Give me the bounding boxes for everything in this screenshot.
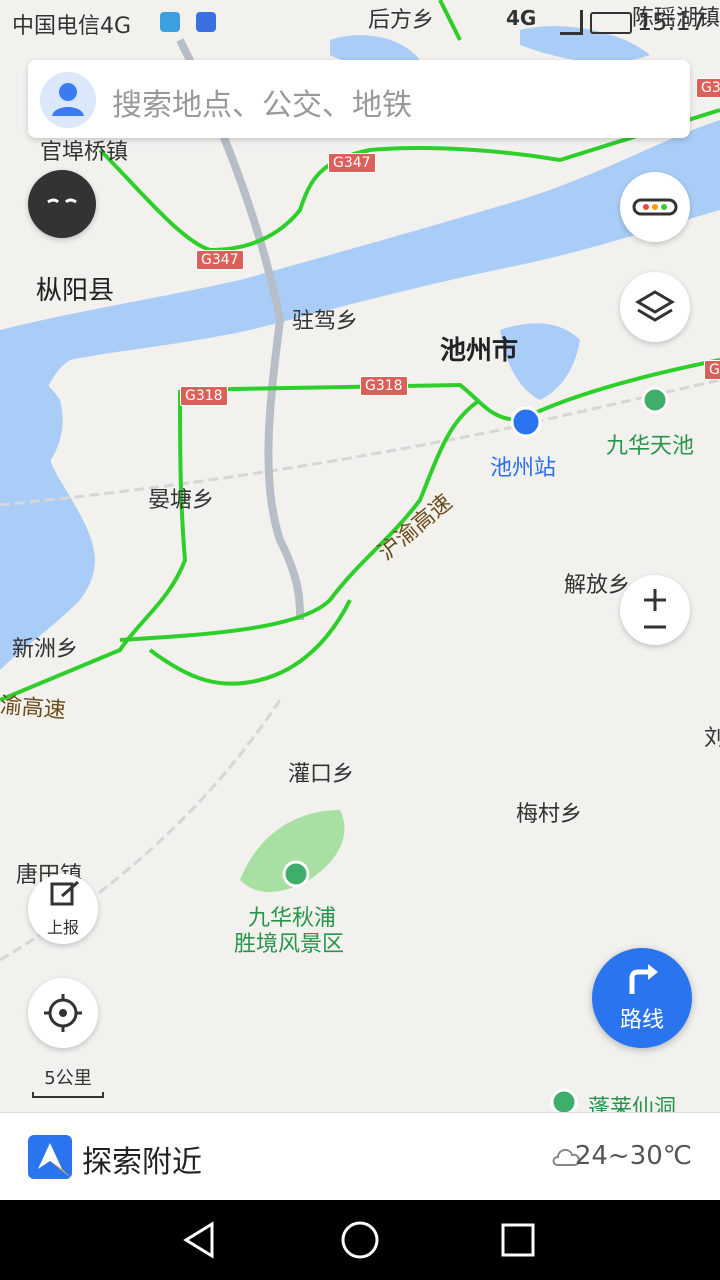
recents-icon[interactable] xyxy=(500,1222,536,1258)
shield-g347-left: G347 xyxy=(196,250,244,270)
shield-g347-top: G347 xyxy=(328,153,376,173)
user-avatar-icon[interactable] xyxy=(40,72,96,128)
layers-icon xyxy=(635,290,675,322)
network-type: 4G xyxy=(506,6,537,30)
map-label-guanxu: 官埠桥镇 xyxy=(40,140,129,165)
map-label-yantang: 晏塘乡 xyxy=(148,488,215,513)
system-navigation-bar xyxy=(0,1200,720,1280)
back-icon[interactable] xyxy=(180,1218,220,1262)
jiuhua-tianchi-marker[interactable] xyxy=(641,386,669,414)
shield-g3-top: G3 xyxy=(696,78,720,98)
layers-button[interactable] xyxy=(620,272,690,342)
map-label-chizhou[interactable]: 池州市 xyxy=(440,330,518,367)
shield-g318-mid: G318 xyxy=(360,376,408,396)
clock: 15:17 xyxy=(636,8,706,36)
edit-icon xyxy=(50,880,79,906)
zoom-control[interactable] xyxy=(620,575,690,645)
penglai-marker[interactable] xyxy=(550,1088,578,1116)
traffic-button[interactable] xyxy=(620,172,690,242)
locate-button[interactable] xyxy=(28,978,98,1048)
explore-nearby-bar[interactable]: 探索附近 24~30℃ xyxy=(0,1112,720,1201)
map-label-jiuhua-qiupu-2[interactable]: 胜境风景区 xyxy=(234,926,344,958)
status-bar: 中国电信4G 4G 15:17 xyxy=(0,0,720,48)
search-bar[interactable]: 搜索地点、公交、地铁 xyxy=(28,60,690,138)
scale-label: 5公里 xyxy=(44,1068,92,1089)
map-label-liu: 刘 xyxy=(704,726,720,751)
traffic-light-icon xyxy=(632,198,678,216)
road-label-hu-yu-2: 渝高速 xyxy=(0,693,67,724)
carrier-label: 中国电信4G xyxy=(12,14,132,39)
health-icon xyxy=(196,12,216,32)
map-label-chizhou-station[interactable]: 池州站 xyxy=(490,450,556,482)
battery-icon xyxy=(590,12,632,34)
map-label-xinzhou: 新洲乡 xyxy=(12,637,79,662)
shield-g318-left: G318 xyxy=(180,386,228,406)
weather-temperature: 24~30℃ xyxy=(574,1141,692,1171)
explore-app-icon xyxy=(28,1135,72,1179)
map-label-zhujia: 驻驾乡 xyxy=(292,309,359,334)
jiuhua-qiupu-marker[interactable] xyxy=(282,860,310,888)
map-label-jiuhua-tianchi[interactable]: 九华天池 xyxy=(606,428,694,460)
map-label-guankou: 灌口乡 xyxy=(288,762,355,787)
map-label-zongyang[interactable]: 枞阳县 xyxy=(36,270,114,307)
zoom-in-icon[interactable] xyxy=(644,589,666,611)
crosshair-icon xyxy=(44,994,82,1032)
turn-right-icon xyxy=(629,964,658,994)
report-button[interactable]: 上报 xyxy=(28,874,98,944)
report-label: 上报 xyxy=(46,918,79,937)
route-label: 路线 xyxy=(619,1008,664,1033)
search-placeholder[interactable]: 搜索地点、公交、地铁 xyxy=(112,80,412,124)
shield-g3-right: G3 xyxy=(704,360,720,380)
map-scale: 5公里 xyxy=(32,1064,104,1098)
location-icon xyxy=(160,12,180,32)
chizhou-station-marker[interactable] xyxy=(510,406,542,438)
profile-face-button[interactable] xyxy=(28,170,96,238)
map-label-meicun: 梅村乡 xyxy=(516,802,583,827)
scale-bar xyxy=(32,1092,104,1098)
face-icon xyxy=(47,198,77,204)
route-button[interactable]: 路线 xyxy=(592,948,692,1048)
explore-nearby-title[interactable]: 探索附近 xyxy=(82,1137,202,1181)
home-icon[interactable] xyxy=(340,1220,380,1260)
signal-icon xyxy=(560,10,583,35)
